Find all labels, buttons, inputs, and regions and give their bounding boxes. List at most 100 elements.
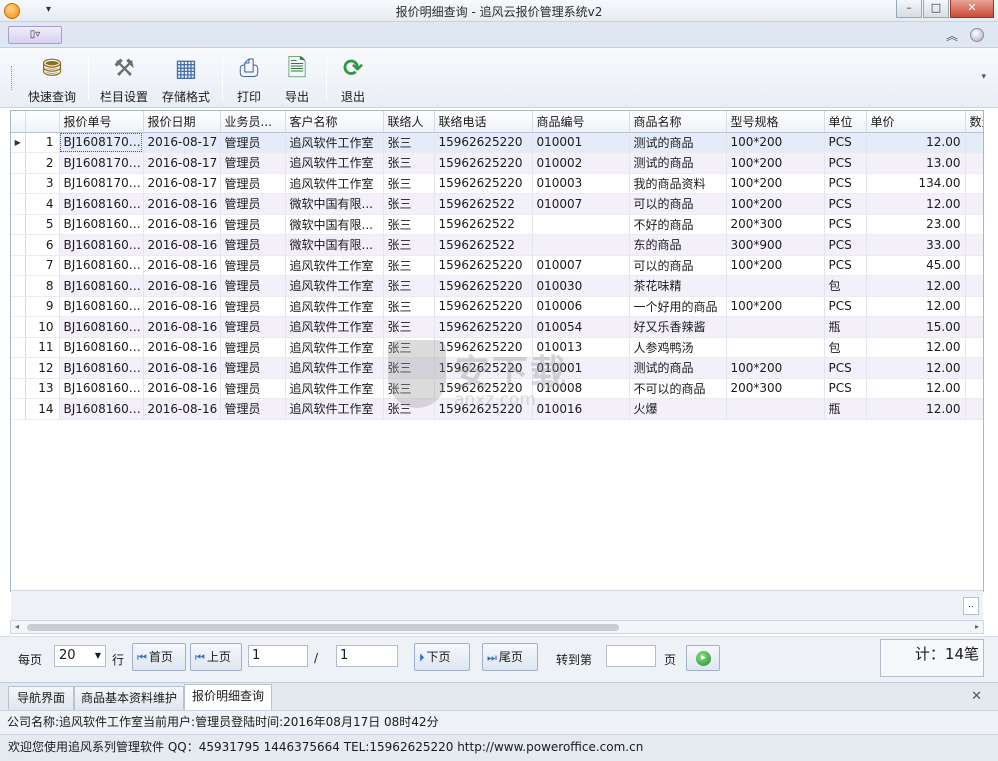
table-cell[interactable]: 23.00 [866, 214, 966, 235]
horizontal-scrollbar[interactable]: ◂ ▸ [10, 620, 984, 634]
table-cell[interactable]: 134.00 [866, 173, 966, 194]
table-cell[interactable]: 1596262522 [434, 234, 533, 256]
table-cell[interactable]: 微软中国有限... [285, 214, 384, 235]
last-page-button[interactable]: ⏭ 尾页 [482, 643, 538, 671]
table-cell[interactable]: BJ160817001 [59, 152, 144, 174]
table-cell[interactable]: 张三 [383, 132, 435, 153]
print-button[interactable]: ⎙ 打印 [230, 52, 268, 106]
table-cell[interactable] [965, 316, 983, 338]
prev-page-button[interactable]: ⏮ 上页 [190, 643, 242, 671]
table-cell[interactable]: 张三 [383, 378, 435, 399]
table-cell[interactable]: 管理员 [220, 214, 286, 235]
table-cell[interactable]: 010030 [532, 275, 630, 297]
table-cell[interactable]: 张三 [383, 357, 435, 379]
table-cell[interactable]: 2016-08-16 [143, 234, 221, 256]
table-cell[interactable]: 010002 [532, 152, 630, 174]
scroll-left-icon[interactable]: ◂ [11, 621, 23, 633]
close-tab-icon[interactable]: ✕ [971, 689, 982, 704]
table-cell[interactable]: 可以的商品 [629, 255, 727, 276]
table-cell[interactable]: 管理员 [220, 398, 286, 420]
table-cell[interactable]: BJ160816005 [59, 193, 144, 215]
goto-page-input[interactable] [606, 645, 656, 667]
table-cell[interactable] [965, 193, 983, 215]
table-cell[interactable]: 010054 [532, 316, 630, 338]
table-cell[interactable]: 不可以的商品 [629, 378, 727, 399]
table-row[interactable]: 12 BJ160816002 2016-08-16 管理员 追风软件工作室 张三 15962… [11, 357, 983, 379]
table-cell[interactable]: PCS [824, 193, 867, 215]
table-cell[interactable]: 15962625220 [434, 398, 533, 420]
table-cell[interactable]: 人参鸡鸭汤 [629, 337, 727, 358]
table-cell[interactable]: 管理员 [220, 234, 286, 256]
minimize-button[interactable]: – [896, 0, 922, 18]
table-cell[interactable]: 15962625220 [434, 152, 533, 174]
first-page-button[interactable]: ⏮ 首页 [132, 643, 186, 671]
table-cell[interactable]: 12.00 [866, 132, 966, 153]
table-cell[interactable]: 追风软件工作室 [285, 316, 384, 338]
table-cell[interactable] [965, 296, 983, 317]
table-cell[interactable]: 15962625220 [434, 337, 533, 358]
table-cell[interactable]: 15962625220 [434, 296, 533, 317]
table-cell[interactable]: 火爆 [629, 398, 727, 420]
table-cell[interactable]: 15962625220 [434, 357, 533, 379]
table-cell[interactable]: 010001 [532, 132, 630, 153]
table-cell[interactable] [532, 214, 630, 235]
col-header[interactable]: 客户名称 [285, 111, 384, 133]
table-cell[interactable]: 测试的商品 [629, 152, 727, 174]
table-cell[interactable]: 010003 [532, 173, 630, 194]
table-cell[interactable]: 2016-08-16 [143, 337, 221, 358]
table-cell[interactable]: 张三 [383, 173, 435, 194]
table-cell[interactable]: BJ160816005 [59, 234, 144, 256]
table-cell[interactable]: 追风软件工作室 [285, 132, 384, 153]
quick-query-button[interactable]: ⛃ 快速查询 [24, 52, 80, 106]
table-cell[interactable]: 茶花味精 [629, 275, 727, 297]
table-cell[interactable]: 15962625220 [434, 255, 533, 276]
table-cell[interactable]: 1596262522 [434, 193, 533, 215]
table-cell[interactable] [965, 214, 983, 235]
table-cell[interactable]: 100*200 [726, 193, 825, 215]
table-cell[interactable] [965, 337, 983, 358]
table-cell[interactable]: 可以的商品 [629, 193, 727, 215]
exit-button[interactable]: ⟳ 退出 [334, 52, 372, 106]
table-cell[interactable]: 2016-08-17 [143, 152, 221, 174]
table-cell[interactable]: 微软中国有限... [285, 193, 384, 215]
table-cell[interactable]: 包 [824, 337, 867, 358]
table-cell[interactable]: 12.00 [866, 193, 966, 215]
table-row[interactable]: ▶ 1 BJ160817001 2016-08-17 管理员 追风软件工作室 张三 15962… [11, 132, 983, 153]
table-cell[interactable]: PCS [824, 132, 867, 153]
col-header[interactable]: 单价 [866, 111, 966, 133]
table-cell[interactable]: 张三 [383, 296, 435, 317]
table-row[interactable]: 5 BJ160816005 2016-08-16 管理员 微软中国有限... 张三 1596… [11, 214, 983, 235]
table-cell[interactable]: 一个好用的商品 [629, 296, 727, 317]
table-cell[interactable]: 张三 [383, 398, 435, 420]
table-cell[interactable]: 追风软件工作室 [285, 357, 384, 379]
col-header[interactable]: 型号规格 [726, 111, 825, 133]
col-header[interactable]: 业务员... [220, 111, 286, 133]
table-cell[interactable]: 张三 [383, 337, 435, 358]
footer-more-button[interactable]: .. [963, 597, 979, 615]
table-row[interactable]: 2 BJ160817001 2016-08-17 管理员 追风软件工作室 张三 159626… [11, 152, 983, 174]
table-cell[interactable]: BJ160817001 [59, 173, 144, 194]
help-orb-icon[interactable] [970, 28, 984, 42]
table-cell[interactable]: 010013 [532, 337, 630, 358]
table-row[interactable]: 10 BJ160816003 2016-08-16 管理员 追风软件工作室 张三 15962… [11, 316, 983, 338]
table-cell[interactable]: BJ160816004 [59, 255, 144, 276]
table-row[interactable]: 8 BJ160816004 2016-08-16 管理员 追风软件工作室 张三 159626… [11, 275, 983, 297]
table-row[interactable]: 4 BJ160816005 2016-08-16 管理员 微软中国有限... 张三 1596… [11, 193, 983, 215]
close-button[interactable]: ✕ [950, 0, 994, 18]
table-cell[interactable]: 010007 [532, 255, 630, 276]
table-cell[interactable]: 好又乐香辣酱 [629, 316, 727, 338]
table-cell[interactable]: 010006 [532, 296, 630, 317]
table-cell[interactable]: 追风软件工作室 [285, 398, 384, 420]
table-cell[interactable] [726, 398, 825, 420]
table-cell[interactable]: 12.00 [866, 398, 966, 420]
table-cell[interactable]: BJ160816001 [59, 378, 144, 399]
table-row[interactable]: 13 BJ160816001 2016-08-16 管理员 追风软件工作室 张三 15962… [11, 378, 983, 399]
table-cell[interactable]: 东的商品 [629, 234, 727, 256]
table-cell[interactable] [965, 357, 983, 379]
table-cell[interactable]: PCS [824, 214, 867, 235]
table-cell[interactable]: 2016-08-17 [143, 173, 221, 194]
table-cell[interactable]: 010007 [532, 193, 630, 215]
col-header[interactable]: 联络人 [383, 111, 435, 133]
table-cell[interactable]: 测试的商品 [629, 357, 727, 379]
table-cell[interactable]: BJ160816002 [59, 357, 144, 379]
